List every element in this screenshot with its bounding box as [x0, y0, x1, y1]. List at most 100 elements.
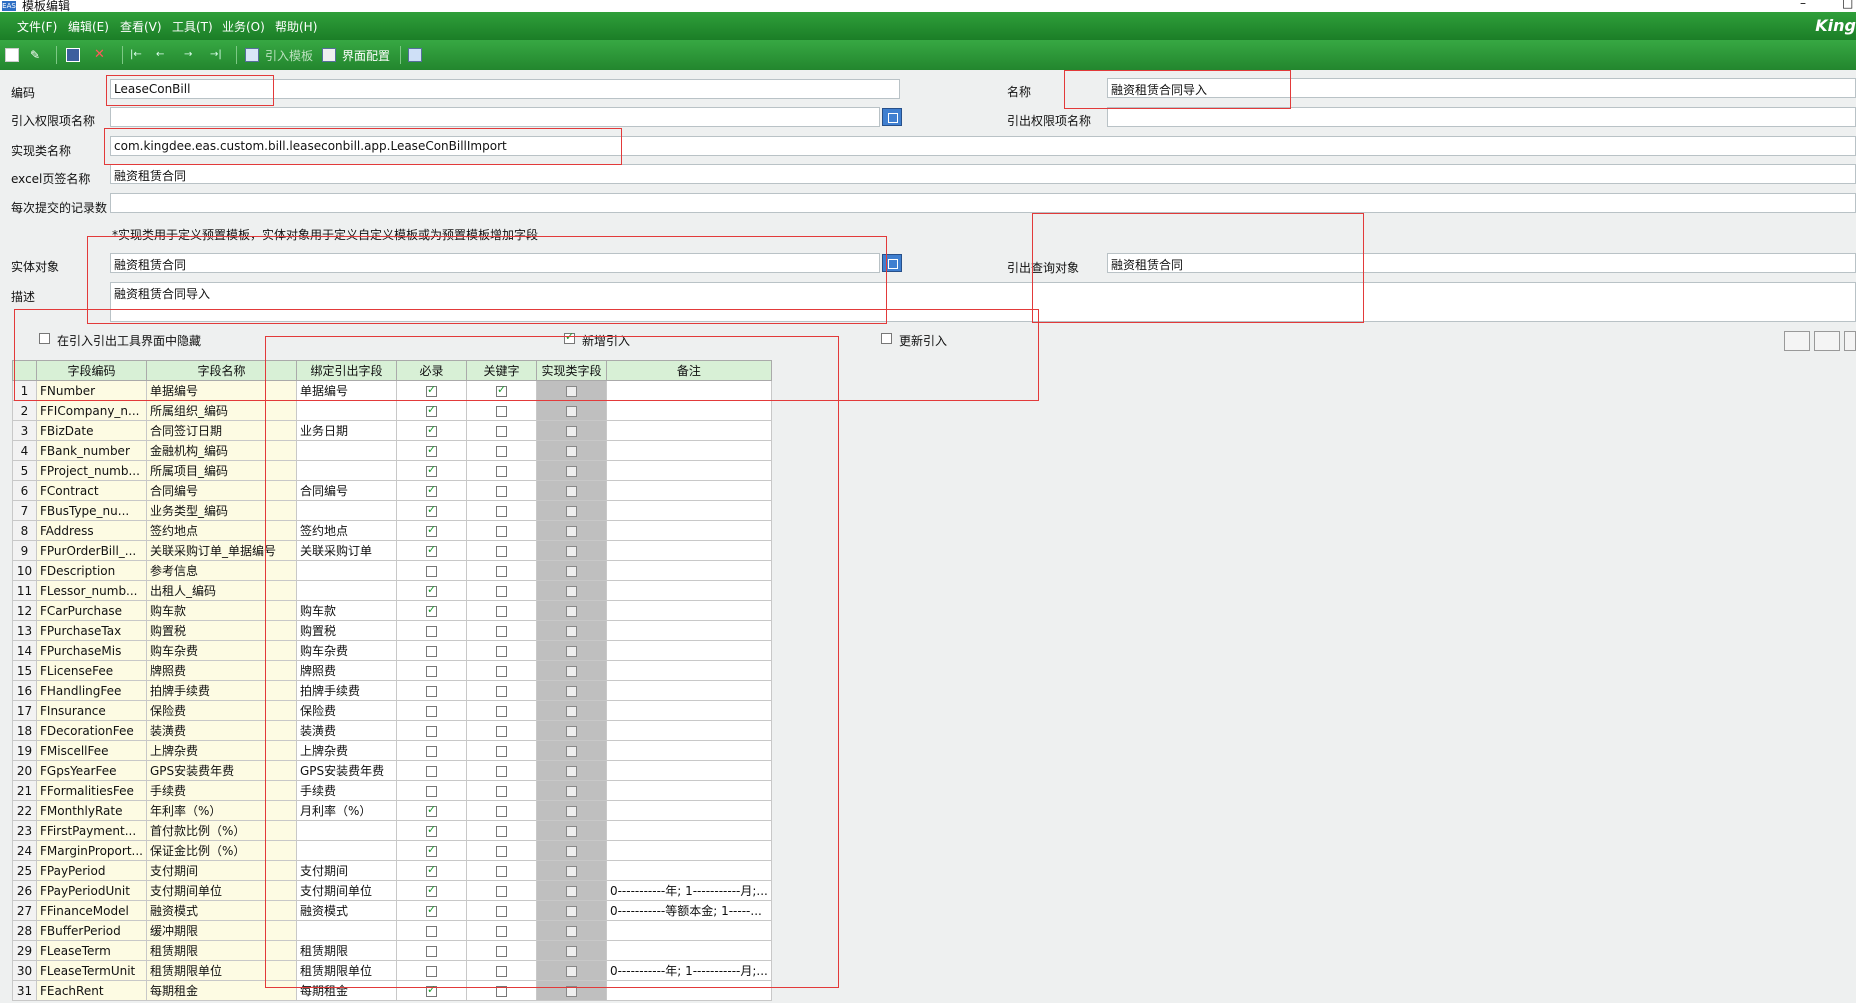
- table-row[interactable]: 31 FEachRent 每期租金 每期租金: [12, 980, 772, 1001]
- code-field[interactable]: LeaseConBill: [110, 79, 900, 99]
- field-name-cell[interactable]: 租赁期限单位: [145, 960, 297, 981]
- required-checkbox[interactable]: [425, 983, 437, 997]
- menu-view[interactable]: 查看(V): [120, 18, 162, 35]
- remark-cell[interactable]: [605, 940, 772, 961]
- remark-cell[interactable]: [605, 840, 772, 861]
- key-checkbox[interactable]: [495, 865, 507, 877]
- remark-cell[interactable]: [605, 600, 772, 621]
- field-code-cell[interactable]: FPayPeriod: [36, 860, 147, 881]
- field-code-cell[interactable]: FFinanceModel: [36, 900, 147, 921]
- table-row[interactable]: 9 FPurOrderBill_... 关联采购订单_单据编号 关联采购订单: [12, 540, 772, 561]
- table-row[interactable]: 28 FBufferPeriod 缓冲期限: [12, 920, 772, 941]
- bind-export-field-cell[interactable]: [295, 580, 397, 601]
- table-row[interactable]: 14 FPurchaseMis 购车杂费 购车杂费: [12, 640, 772, 661]
- field-name-cell[interactable]: 上牌杂费: [145, 740, 297, 761]
- required-checkbox[interactable]: [425, 803, 437, 817]
- field-name-cell[interactable]: GPS安装费年费: [145, 760, 297, 781]
- column-header[interactable]: 必录: [395, 360, 467, 381]
- field-name-cell[interactable]: 首付款比例（%）: [145, 820, 297, 841]
- required-checkbox[interactable]: [425, 765, 437, 777]
- key-checkbox[interactable]: [495, 445, 507, 457]
- field-code-cell[interactable]: FBufferPeriod: [36, 920, 147, 941]
- field-name-cell[interactable]: 出租人_编码: [145, 580, 297, 601]
- table-row[interactable]: 18 FDecorationFee 装潢费 装潢费: [12, 720, 772, 741]
- required-checkbox[interactable]: [425, 543, 437, 557]
- field-code-cell[interactable]: FFICompany_n...: [36, 400, 147, 421]
- required-checkbox[interactable]: [425, 745, 437, 757]
- field-name-cell[interactable]: 所属组织_编码: [145, 400, 297, 421]
- hide-in-tool-checkbox[interactable]: [39, 333, 50, 344]
- maximize-button[interactable]: □: [1842, 0, 1853, 10]
- remark-cell[interactable]: [605, 740, 772, 761]
- update-import-checkbox[interactable]: [881, 333, 892, 344]
- excel-sheet-field[interactable]: 融资租赁合同: [110, 164, 1856, 184]
- table-row[interactable]: 6 FContract 合同编号 合同编号: [12, 480, 772, 501]
- table-row[interactable]: 30 FLeaseTermUnit 租赁期限单位 租赁期限单位 0-----------…: [12, 960, 772, 981]
- key-checkbox[interactable]: [495, 465, 507, 477]
- import-template-icon[interactable]: [245, 48, 259, 62]
- more-button[interactable]: [1844, 331, 1856, 351]
- minimize-button[interactable]: –: [1800, 0, 1806, 10]
- remark-cell[interactable]: 0-----------年; 1-----------月;...: [605, 880, 772, 901]
- column-header[interactable]: 绑定引出字段: [295, 360, 397, 381]
- field-code-cell[interactable]: FDecorationFee: [36, 720, 147, 741]
- remark-cell[interactable]: [605, 460, 772, 481]
- remark-cell[interactable]: [605, 640, 772, 661]
- field-name-cell[interactable]: 所属项目_编码: [145, 460, 297, 481]
- table-row[interactable]: 11 FLessor_numb... 出租人_编码: [12, 580, 772, 601]
- field-name-cell[interactable]: 购置税: [145, 620, 297, 641]
- key-checkbox[interactable]: [495, 965, 507, 977]
- new-icon[interactable]: [5, 48, 19, 62]
- field-code-cell[interactable]: FMiscellFee: [36, 740, 147, 761]
- import-template-button[interactable]: 引入模板: [265, 47, 313, 64]
- new-import-checkbox[interactable]: [564, 330, 575, 344]
- field-code-cell[interactable]: FMarginProport...: [36, 840, 147, 861]
- menu-help[interactable]: 帮助(H): [275, 18, 317, 35]
- table-row[interactable]: 2 FFICompany_n... 所属组织_编码: [12, 400, 772, 421]
- edit-icon[interactable]: ✎: [30, 48, 44, 62]
- required-checkbox[interactable]: [425, 925, 437, 937]
- required-checkbox[interactable]: [425, 883, 437, 897]
- bind-export-field-cell[interactable]: 购车杂费: [295, 640, 397, 661]
- menu-tools[interactable]: 工具(T): [172, 18, 213, 35]
- required-checkbox[interactable]: [425, 463, 437, 477]
- remark-cell[interactable]: [605, 540, 772, 561]
- remark-cell[interactable]: [605, 980, 772, 1001]
- field-name-cell[interactable]: 牌照费: [145, 660, 297, 681]
- key-checkbox[interactable]: [495, 825, 507, 837]
- required-checkbox[interactable]: [425, 685, 437, 697]
- ui-config-button[interactable]: 界面配置: [342, 47, 390, 64]
- field-name-cell[interactable]: 保险费: [145, 700, 297, 721]
- table-row[interactable]: 21 FFormalitiesFee 手续费 手续费: [12, 780, 772, 801]
- table-row[interactable]: 12 FCarPurchase 购车款 购车款: [12, 600, 772, 621]
- field-name-cell[interactable]: 购车杂费: [145, 640, 297, 661]
- remark-cell[interactable]: [605, 560, 772, 581]
- column-header[interactable]: 字段编码: [36, 360, 147, 381]
- table-row[interactable]: 19 FMiscellFee 上牌杂费 上牌杂费: [12, 740, 772, 761]
- column-header[interactable]: 字段名称: [145, 360, 297, 381]
- remark-cell[interactable]: [605, 680, 772, 701]
- remark-cell[interactable]: [605, 520, 772, 541]
- next-icon[interactable]: →: [184, 48, 198, 62]
- field-code-cell[interactable]: FBusType_nu...: [36, 500, 147, 521]
- table-row[interactable]: 4 FBank_number 金融机构_编码: [12, 440, 772, 461]
- menu-edit[interactable]: 编辑(E): [68, 18, 109, 35]
- field-code-cell[interactable]: FLicenseFee: [36, 660, 147, 681]
- remark-cell[interactable]: [605, 820, 772, 841]
- field-code-cell[interactable]: FNumber: [36, 380, 147, 401]
- key-checkbox[interactable]: [495, 805, 507, 817]
- field-name-cell[interactable]: 融资模式: [145, 900, 297, 921]
- table-row[interactable]: 3 FBizDate 合同签订日期 业务日期: [12, 420, 772, 441]
- key-checkbox[interactable]: [495, 645, 507, 657]
- field-code-cell[interactable]: FPayPeriodUnit: [36, 880, 147, 901]
- table-row[interactable]: 16 FHandlingFee 拍牌手续费 拍牌手续费: [12, 680, 772, 701]
- bind-export-field-cell[interactable]: 租赁期限: [295, 940, 397, 961]
- field-code-cell[interactable]: FProject_numb...: [36, 460, 147, 481]
- bind-export-field-cell[interactable]: 业务日期: [295, 420, 397, 441]
- remark-cell[interactable]: [605, 860, 772, 881]
- field-code-cell[interactable]: FLeaseTerm: [36, 940, 147, 961]
- bind-export-field-cell[interactable]: 每期租金: [295, 980, 397, 1001]
- required-checkbox[interactable]: [425, 863, 437, 877]
- bind-export-field-cell[interactable]: 租赁期限单位: [295, 960, 397, 981]
- table-row[interactable]: 26FPayPeriodUnit支付期间单位支付期间单位0-----------…: [12, 880, 772, 901]
